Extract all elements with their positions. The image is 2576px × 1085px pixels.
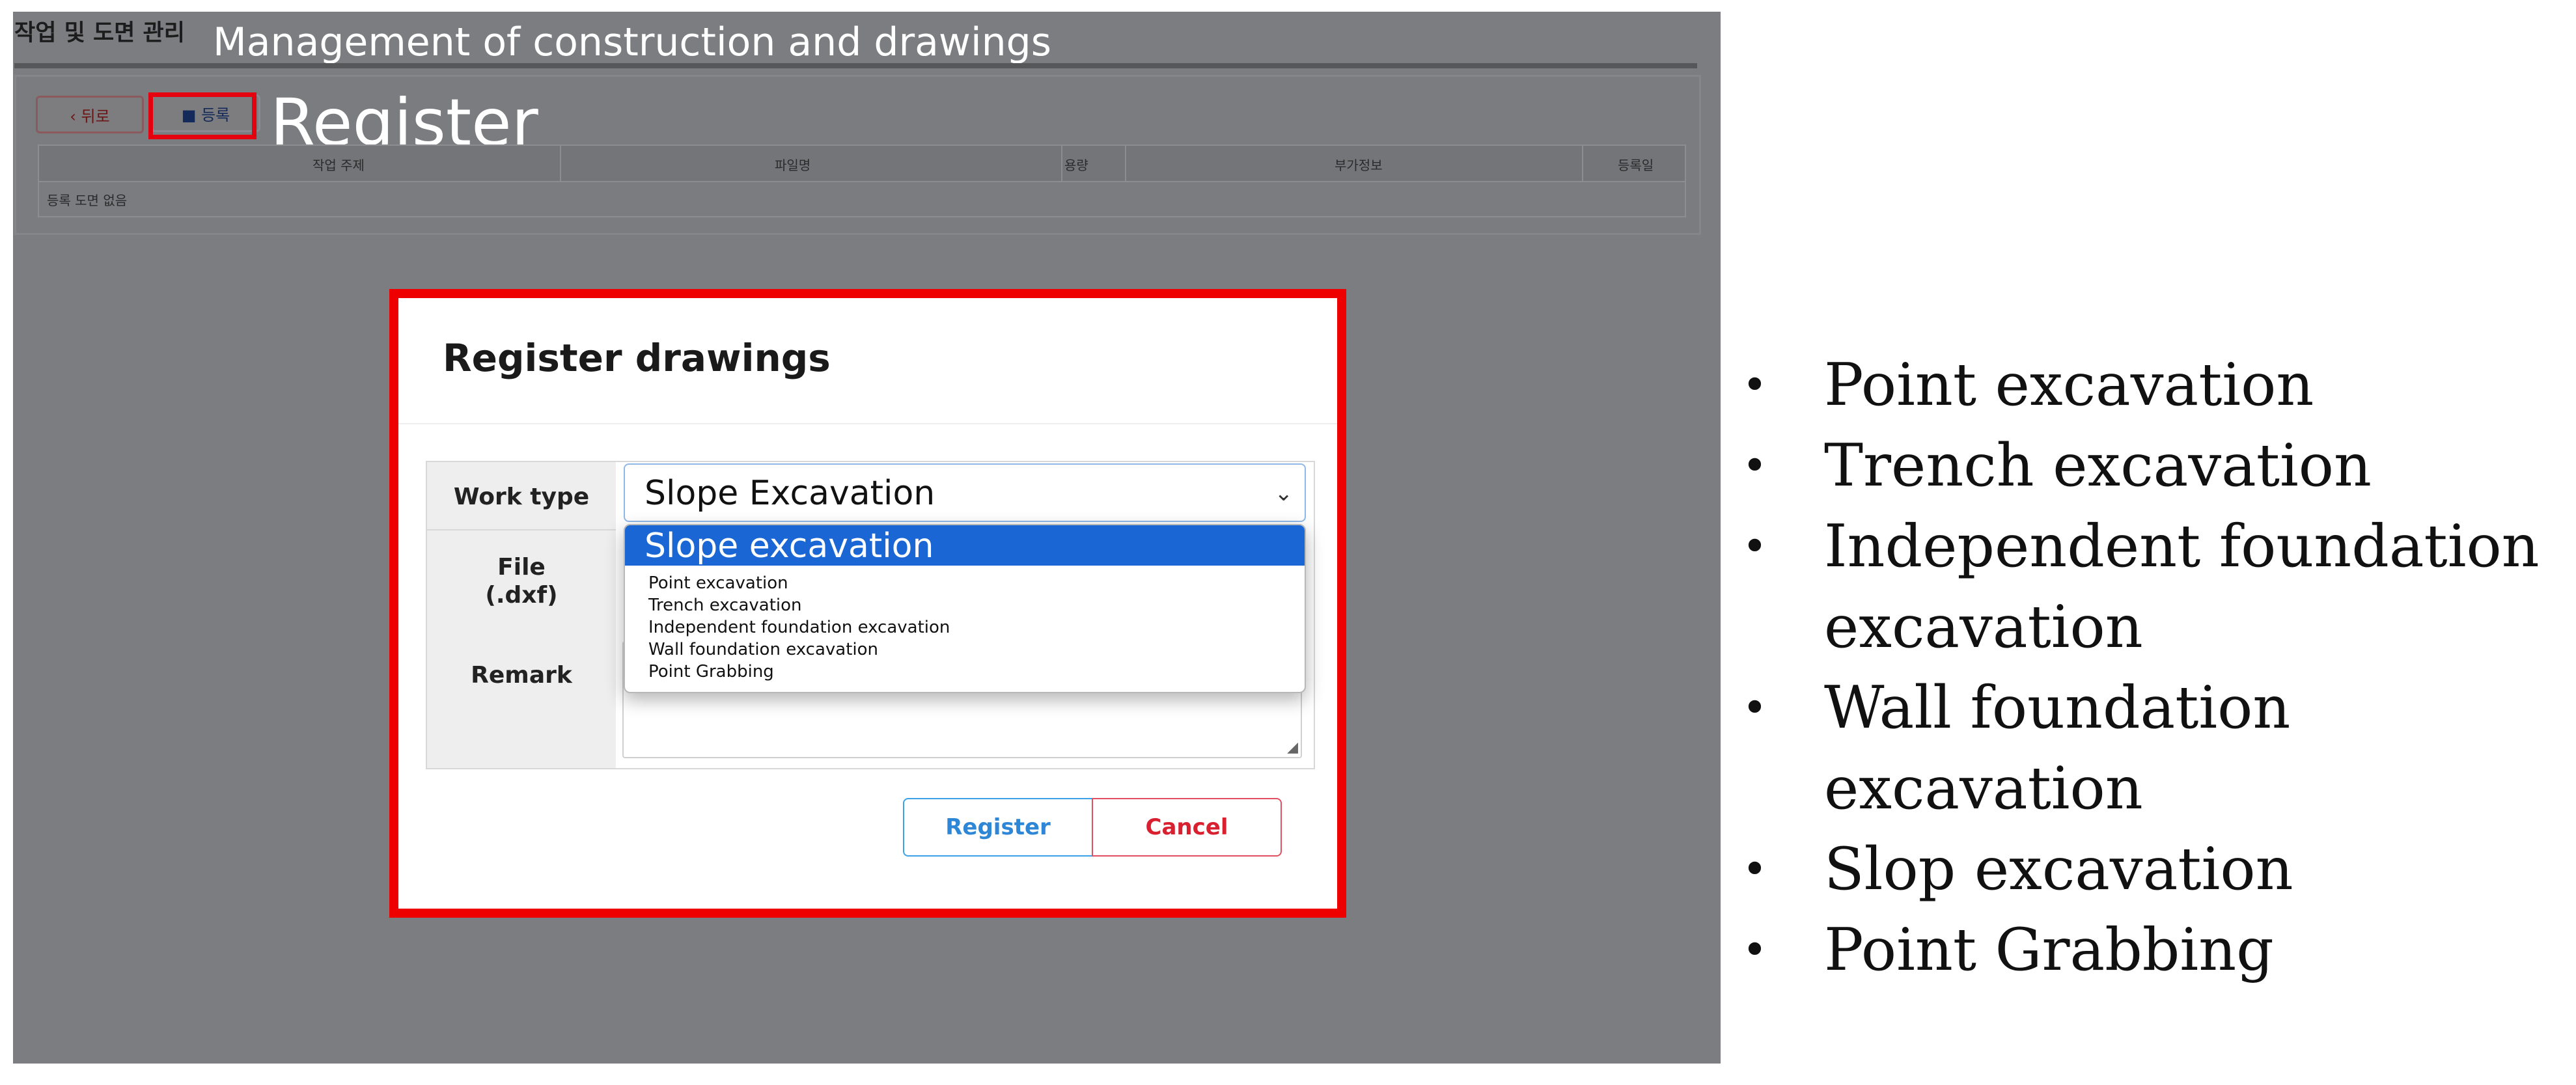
bullet-item: • Point excavation	[1739, 345, 2573, 426]
register-highlight-box	[148, 92, 256, 139]
bullet-icon: •	[1742, 441, 1767, 491]
work-type-bullet-list: • Point excavation • Trench excavation • In…	[1739, 345, 2573, 991]
work-type-select[interactable]: Slope Excavation ⌄	[624, 463, 1306, 522]
bullet-text: Point Grabbing	[1824, 916, 2274, 984]
dropdown-option[interactable]: Wall foundation excavation	[648, 639, 878, 661]
bullet-text: Independent foundation excavation	[1824, 512, 2540, 661]
bullet-icon: •	[1742, 521, 1767, 571]
bullet-text: Point excavation	[1824, 351, 2314, 419]
bullet-item: • Wall foundation excavation	[1739, 668, 2573, 829]
modal-divider	[398, 423, 1337, 424]
bullet-text: Wall foundation excavation	[1824, 674, 2291, 823]
modal-title: Register drawings	[443, 336, 831, 380]
work-type-selected-value: Slope Excavation	[644, 474, 935, 513]
cancel-button[interactable]: Cancel	[1092, 798, 1282, 857]
resize-handle-icon[interactable]: ◢	[1287, 739, 1298, 756]
column-divider	[1125, 146, 1126, 181]
column-divider	[560, 146, 561, 181]
work-type-dropdown: Slope excavation Point excavation Trench…	[624, 524, 1306, 693]
dropdown-option[interactable]: Point Grabbing	[648, 661, 774, 683]
column-header: 작업 주제	[312, 158, 365, 173]
bullet-item: • Independent foundation excavation	[1739, 506, 2573, 668]
bullet-icon: •	[1742, 360, 1767, 410]
dropdown-option-label: Slope excavation	[644, 527, 934, 566]
remark-label: Remark	[471, 662, 572, 689]
header-divider	[14, 63, 1697, 68]
back-button[interactable]: ‹ 뒤로	[36, 96, 144, 133]
page-title: 작업 및 도면 관리	[14, 20, 185, 46]
annotation-title: Management of construction and drawings	[213, 20, 1052, 65]
dropdown-option[interactable]: Trench excavation	[648, 594, 802, 616]
dropdown-option-highlighted[interactable]: Slope excavation	[625, 525, 1305, 566]
column-header: 부가정보	[1335, 158, 1383, 173]
bullet-text: Slop excavation	[1824, 835, 2293, 903]
drawings-table: 작업 주제 파일명 용량 부가정보 등록일 등록 도면 없음	[38, 144, 1686, 217]
bullet-item: • Slop excavation	[1739, 829, 2573, 910]
chevron-down-icon: ⌄	[1274, 480, 1294, 506]
bullet-item: • Point Grabbing	[1739, 910, 2573, 991]
bullet-icon: •	[1742, 844, 1767, 894]
bullet-icon: •	[1742, 925, 1767, 975]
column-header: 파일명	[775, 158, 811, 173]
dropdown-option[interactable]: Point excavation	[648, 572, 788, 594]
bullet-item: • Trench excavation	[1739, 426, 2573, 506]
column-divider	[1582, 146, 1583, 181]
table-empty-message: 등록 도면 없음	[47, 193, 128, 208]
bullet-text: Trench excavation	[1824, 432, 2372, 500]
register-button[interactable]: Register	[903, 798, 1093, 857]
row-separator	[427, 529, 616, 530]
work-type-label: Work type	[453, 484, 590, 510]
column-divider	[1061, 146, 1062, 181]
column-header: 용량	[1064, 158, 1088, 173]
table-header: 작업 주제 파일명 용량 부가정보 등록일	[39, 146, 1685, 182]
column-header: 등록일	[1618, 158, 1654, 173]
file-label: File (.dxf)	[485, 554, 558, 609]
dropdown-option[interactable]: Independent foundation excavation	[648, 616, 950, 639]
bullet-icon: •	[1742, 683, 1767, 733]
